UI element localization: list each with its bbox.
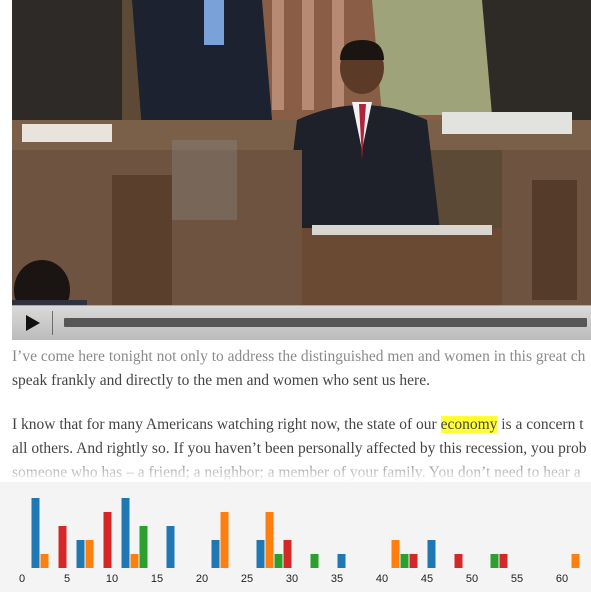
chart-bar[interactable] bbox=[283, 540, 292, 568]
chart-bar[interactable] bbox=[58, 526, 67, 568]
chart-bar[interactable] bbox=[220, 512, 229, 568]
chart-bar[interactable] bbox=[274, 554, 283, 568]
chart-bar[interactable] bbox=[31, 498, 40, 568]
transcript-panel: I’ve come here tonight not only to addre… bbox=[12, 345, 591, 482]
chart-bar[interactable] bbox=[130, 554, 139, 568]
x-tick-label: 60 bbox=[556, 573, 568, 585]
chart-bar[interactable] bbox=[490, 554, 499, 568]
chart-bar[interactable] bbox=[85, 540, 94, 568]
transcript-line: speak frankly and directly to the men an… bbox=[12, 372, 430, 389]
x-tick-label: 10 bbox=[106, 573, 118, 585]
chart-bar[interactable] bbox=[409, 554, 418, 568]
chart-bar[interactable] bbox=[499, 554, 508, 568]
x-tick-label: 25 bbox=[241, 573, 253, 585]
transcript-text: is a concern t bbox=[497, 416, 584, 433]
chart-bar[interactable] bbox=[310, 554, 319, 568]
highlighted-word[interactable]: economy bbox=[440, 416, 498, 433]
chart-bar[interactable] bbox=[76, 540, 85, 568]
chart-bar[interactable] bbox=[256, 540, 265, 568]
play-icon bbox=[26, 315, 40, 331]
transcript-text: I know that for many Americans watching … bbox=[12, 416, 441, 433]
transcript-line: I know that for many Americans watching … bbox=[12, 413, 591, 437]
chart-canvas: 0 5 10 15 20 25 30 35 40 45 50 55 60 bbox=[19, 498, 580, 585]
x-tick-label: 0 bbox=[19, 573, 25, 585]
chart-bar[interactable] bbox=[103, 512, 112, 568]
transcript-line: I’ve come here tonight not only to addre… bbox=[12, 348, 586, 365]
chart-bar[interactable] bbox=[265, 512, 274, 568]
chart-bar[interactable] bbox=[40, 554, 49, 568]
seek-bar[interactable] bbox=[64, 318, 587, 327]
x-tick-label: 40 bbox=[376, 573, 388, 585]
chart-bar[interactable] bbox=[211, 540, 220, 568]
chart-bar[interactable] bbox=[571, 554, 580, 568]
x-tick-label: 50 bbox=[466, 573, 478, 585]
video-player[interactable] bbox=[12, 0, 591, 340]
transcript-fade bbox=[12, 466, 591, 482]
chart-bar[interactable] bbox=[454, 554, 463, 568]
play-button[interactable] bbox=[22, 314, 44, 332]
x-tick-label: 15 bbox=[151, 573, 163, 585]
video-frame bbox=[12, 0, 591, 340]
chart-bar[interactable] bbox=[400, 554, 409, 568]
chart-bar[interactable] bbox=[139, 526, 148, 568]
transcript-line: all others. And rightly so. If you haven… bbox=[12, 440, 587, 457]
control-divider bbox=[52, 311, 53, 335]
chart-bar[interactable] bbox=[391, 540, 400, 568]
x-tick-label: 45 bbox=[421, 573, 433, 585]
video-controls bbox=[12, 305, 591, 340]
chart-bar[interactable] bbox=[166, 526, 175, 568]
chart-bar[interactable] bbox=[121, 498, 130, 568]
x-tick-label: 30 bbox=[286, 573, 298, 585]
x-tick-label: 55 bbox=[511, 573, 523, 585]
chart-bar[interactable] bbox=[337, 554, 346, 568]
x-tick-label: 20 bbox=[196, 573, 208, 585]
x-tick-label: 35 bbox=[331, 573, 343, 585]
x-tick-label: 5 bbox=[64, 573, 70, 585]
word-frequency-chart: 0 5 10 15 20 25 30 35 40 45 50 55 60 bbox=[0, 482, 591, 592]
chart-bar[interactable] bbox=[427, 540, 436, 568]
